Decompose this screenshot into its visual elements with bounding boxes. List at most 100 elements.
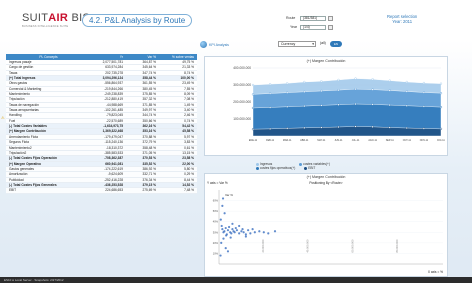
cell-concept: Otros gastos <box>9 81 28 86</box>
scatter-point <box>229 236 232 239</box>
cell-concept: Ingresos pasaje <box>9 60 32 64</box>
currency-select[interactable]: Currency <box>278 41 316 47</box>
cell-pct: 0,29 % <box>184 172 194 177</box>
cell-pct: 8,44 % <box>184 177 194 182</box>
scatter-point <box>240 230 243 233</box>
cell-yr: -9,624,609 <box>107 172 123 177</box>
scatter-point <box>223 212 226 215</box>
cell-pct: 3,40 % <box>184 108 194 113</box>
series-point <box>320 126 323 129</box>
series-point <box>388 89 391 92</box>
cell-pct: 2,46 % <box>184 113 194 118</box>
app-logo: SUITAIR BIS <box>22 12 91 24</box>
cell-yr: -115,240,136 <box>104 140 123 145</box>
cell-yr: -219,844,266 <box>104 86 123 91</box>
cell-var: 371,85 % <box>142 102 156 107</box>
cell-concept: (+) Total Ingresos <box>9 76 36 81</box>
scatter-point <box>233 231 236 234</box>
series-point <box>337 89 340 92</box>
cell-var: 332,71 % <box>142 172 156 177</box>
top-chart-legend: Ingresos costes variables(+) costes fijo… <box>256 162 330 170</box>
cell-pct: 54,42 % <box>182 124 194 129</box>
scatter-point <box>224 226 227 230</box>
cell-pct: 7,08 % <box>184 97 194 102</box>
series-point <box>320 89 323 93</box>
scatter-point <box>253 231 256 234</box>
route-filter-button[interactable] <box>328 16 333 21</box>
cell-var: 372,79 % <box>142 140 156 145</box>
cell-yr: 633,974,284 <box>105 65 123 70</box>
cell-concept: EBIT <box>9 188 17 193</box>
cell-var: 375,85 % <box>142 92 156 97</box>
bottom-chart-title: (+) Margen Contribución <box>306 175 346 179</box>
cell-pct: 8,74 % <box>184 70 194 75</box>
series-point <box>337 78 340 81</box>
series-point <box>354 102 357 106</box>
series-point <box>405 104 408 107</box>
year-filter[interactable]: (1/4) <box>300 25 326 30</box>
scatter-point <box>234 226 237 230</box>
series-point <box>422 91 426 94</box>
route-filter[interactable]: (381/381) <box>300 16 326 21</box>
top-chart-panel: (+) Margen Contribución 400.000.000 300.0… <box>204 56 448 156</box>
table-row[interactable]: EBIT 224,686,653 275,69 % 7,48 % <box>6 188 197 194</box>
y-tick-label: 50% <box>213 209 219 213</box>
series-point <box>251 93 255 96</box>
cell-var: 350,66 % <box>142 118 156 123</box>
cell-yr: -252,416,228 <box>104 177 123 182</box>
series-point <box>251 106 255 110</box>
cell-var: 376,34 % <box>142 177 156 182</box>
series-point <box>354 125 357 128</box>
pl-table: PL Concepts Yr Var % % sobre ventas Ingr… <box>6 54 197 194</box>
cell-concept: Tripulación <box>9 97 25 102</box>
series-point <box>303 126 306 129</box>
y-tick-label: 10% <box>213 251 219 255</box>
series-point <box>371 125 374 128</box>
cell-pct: 21,33 % <box>182 65 194 70</box>
series-point <box>303 90 306 93</box>
series-point <box>268 127 272 130</box>
cell-var: 357,32 % <box>142 97 156 102</box>
scatter-point <box>244 233 247 236</box>
cell-concept: (+) Margen Contribución <box>9 129 46 134</box>
cell-yr: -385,583,533 <box>104 150 123 155</box>
cell-concept: Tripulación2 <box>9 150 27 155</box>
y-tick-label: 300.000.000 <box>233 83 251 87</box>
cell-pct: 14,52 % <box>182 182 194 187</box>
scatter-point <box>247 229 250 232</box>
series-point <box>354 87 357 91</box>
y-tick-label: 400.000.000 <box>233 66 251 70</box>
cell-yr: -708,362,387 <box>104 156 123 161</box>
cell-yr: -1,634,973,75 <box>103 124 123 129</box>
cell-concept: (-) Total Costes Variables <box>9 124 47 129</box>
x-tick-label: 20.000.000 <box>261 239 265 253</box>
series-point <box>337 125 340 129</box>
scatter-point <box>225 234 228 237</box>
cell-concept: Cargo de gestión <box>9 65 34 70</box>
kpi-analysis-button[interactable]: KPI Analysis <box>200 41 229 48</box>
cell-var: 275,69 % <box>142 188 156 193</box>
scatter-point <box>258 230 261 233</box>
series-label: Var % <box>225 193 233 197</box>
series-point <box>388 79 391 82</box>
top-chart: 400.000.000 300.000.000 200.000.000 100.000… <box>233 66 445 142</box>
scatter-point <box>223 230 226 233</box>
language-toggle[interactable]: EN <box>330 41 342 47</box>
cell-yr: -174,222,619 <box>104 166 123 171</box>
x-tick-label: ABR-11 <box>300 139 309 142</box>
app-window: SUITAIR BIS BUSINESS INTELLIGENCE SUITE … <box>0 0 472 283</box>
series-point <box>251 83 255 87</box>
report-selection[interactable]: Report selection Year: 2011 <box>387 14 417 24</box>
warning-icon: ⚠ <box>1 115 5 120</box>
cell-concept: Arrendamiento Flota <box>9 134 38 139</box>
series-point <box>251 128 255 131</box>
series-point <box>337 103 340 106</box>
series-point <box>303 104 306 108</box>
cell-yr: -22,570,689 <box>105 118 123 123</box>
cell-pct: 23,58 % <box>182 156 194 161</box>
scatter-point <box>230 232 233 235</box>
series-point <box>388 126 391 129</box>
year-filter-button[interactable] <box>328 25 333 30</box>
x-tick-label: JUN-11 <box>334 139 343 142</box>
scatter-point <box>224 247 227 250</box>
